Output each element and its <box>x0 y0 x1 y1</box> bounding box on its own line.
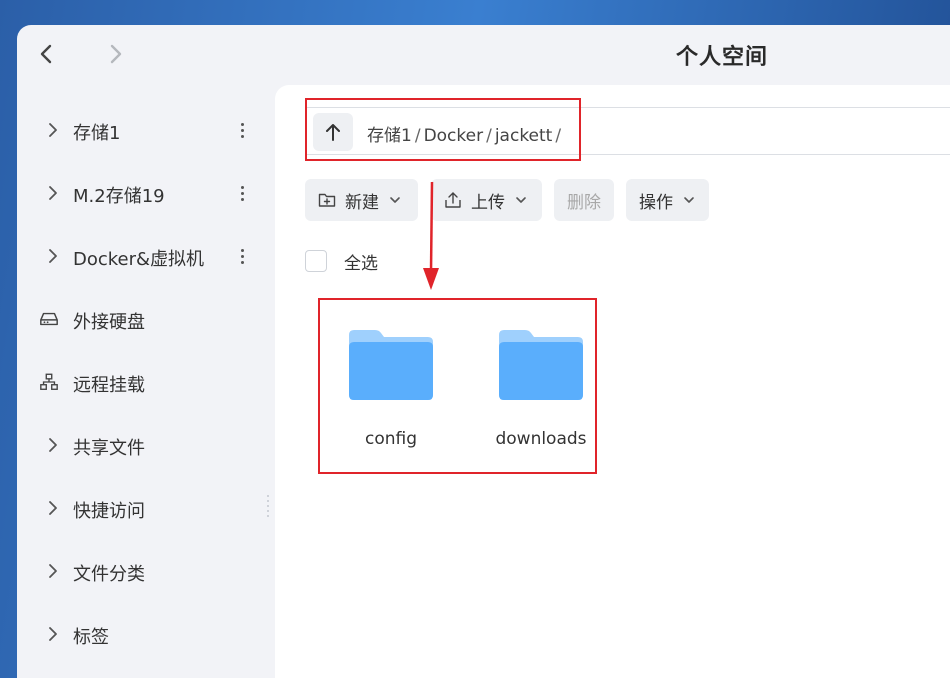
chevron-right-icon <box>110 44 122 64</box>
more-vertical-icon[interactable] <box>233 181 251 205</box>
folder-icon <box>349 330 433 400</box>
sidebar-item-file-categories[interactable]: 文件分类 <box>17 551 275 591</box>
upload-icon <box>443 190 463 210</box>
delete-button[interactable]: 删除 <box>554 179 614 221</box>
breadcrumb: 存储1/Docker / jackett / <box>367 121 564 146</box>
sidebar-item-storage1[interactable]: 存储1 <box>17 110 275 150</box>
chevron-right-icon[interactable] <box>43 435 63 455</box>
window-title: 个人空间 <box>675 45 768 70</box>
select-all-label: 全选 <box>344 253 378 274</box>
chevron-left-icon <box>40 44 52 64</box>
sidebar-item-remote-mount[interactable]: 远程挂载 <box>17 362 275 402</box>
sidebar-item-quick-access[interactable]: 快捷访问 <box>17 488 275 528</box>
actions-button[interactable]: 操作 <box>626 179 709 221</box>
sidebar-item-tags[interactable]: 标签 <box>17 614 275 654</box>
main-content: 存储1/Docker / jackett / 新建 上传 删除 操作 全选 co… <box>275 85 950 678</box>
chevron-right-icon[interactable] <box>43 183 63 203</box>
back-button[interactable] <box>31 39 61 69</box>
sidebar-item-label: 远程挂载 <box>73 375 145 396</box>
sidebar-item-external-drive[interactable]: 外接硬盘 <box>17 299 275 339</box>
network-icon <box>39 372 59 392</box>
parent-folder-button[interactable] <box>313 113 353 151</box>
file-item-downloads[interactable]: downloads <box>471 325 611 465</box>
breadcrumb-jackett[interactable]: jackett <box>495 126 553 146</box>
chevron-down-icon <box>683 194 695 206</box>
new-folder-icon <box>317 190 337 210</box>
sidebar-item-label: 文件分类 <box>73 564 145 585</box>
sidebar-item-label: 外接硬盘 <box>73 312 145 333</box>
arrow-up-icon <box>326 124 340 141</box>
select-all: 全选 <box>305 249 378 274</box>
more-vertical-icon[interactable] <box>233 118 251 142</box>
external-drive-icon <box>39 309 59 329</box>
sidebar-item-label: 存储1 <box>73 123 121 144</box>
new-button-label: 新建 <box>345 192 379 213</box>
chevron-right-icon[interactable] <box>43 561 63 581</box>
file-item-config[interactable]: config <box>321 325 461 465</box>
chevron-right-icon[interactable] <box>43 498 63 518</box>
folder-icon <box>499 330 583 400</box>
breadcrumb-separator: / <box>555 126 562 146</box>
sidebar-item-m2-storage19[interactable]: M.2存储19 <box>17 173 275 213</box>
chevron-down-icon <box>515 194 527 206</box>
breadcrumb-docker[interactable]: Docker <box>424 126 484 146</box>
breadcrumb-separator: / <box>486 126 492 146</box>
file-name: config <box>364 429 418 449</box>
breadcrumb-separator: / <box>414 126 421 146</box>
upload-button-label: 上传 <box>471 192 505 213</box>
title-bar: 个人空间 <box>17 25 950 85</box>
sidebar-item-label: 快捷访问 <box>73 501 145 522</box>
file-manager-window: 个人空间 存储1 M.2存储19 Docker&虚拟机 外接硬盘 远程挂载 共享… <box>17 25 950 678</box>
forward-button[interactable] <box>101 39 131 69</box>
sidebar-item-docker-vm[interactable]: Docker&虚拟机 <box>17 236 275 276</box>
chevron-down-icon <box>389 194 401 206</box>
sidebar-item-label: 标签 <box>73 627 109 648</box>
path-bar: 存储1/Docker / jackett / <box>305 107 950 155</box>
delete-button-label: 删除 <box>567 192 601 213</box>
more-vertical-icon[interactable] <box>233 244 251 268</box>
select-all-checkbox[interactable] <box>305 250 327 272</box>
actions-button-label: 操作 <box>639 192 673 213</box>
sidebar-resize-handle[interactable] <box>267 495 271 519</box>
sidebar-item-label: Docker&虚拟机 <box>73 249 205 270</box>
chevron-right-icon[interactable] <box>43 624 63 644</box>
sidebar-item-shared-files[interactable]: 共享文件 <box>17 425 275 465</box>
file-name: downloads <box>495 429 587 449</box>
chevron-right-icon[interactable] <box>43 246 63 266</box>
upload-button[interactable]: 上传 <box>431 179 542 221</box>
sidebar-item-label: M.2存储19 <box>73 186 165 207</box>
new-button[interactable]: 新建 <box>305 179 418 221</box>
chevron-right-icon[interactable] <box>43 120 63 140</box>
sidebar-item-label: 共享文件 <box>73 438 145 459</box>
breadcrumb-storage1[interactable]: 存储1 <box>367 126 412 146</box>
